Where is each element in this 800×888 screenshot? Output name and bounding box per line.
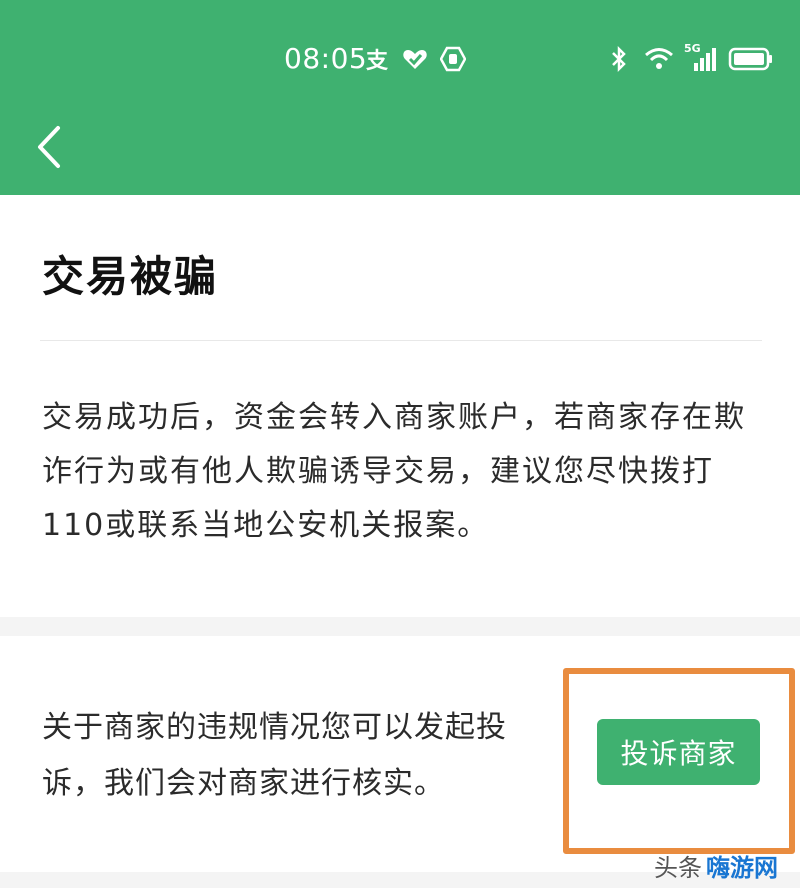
watermark: 头条 嗨游网	[654, 848, 778, 883]
status-time: 08:05	[284, 42, 368, 75]
alipay-icon: 支	[365, 49, 388, 74]
page-title: 交易被骗	[42, 252, 219, 301]
cellular-signal-icon: 5G	[684, 42, 718, 74]
app-header: 08:05 支 5G	[0, 0, 800, 195]
description-text: 交易成功后，资金会转入商家账户，若商家存在欺诈行为或有他人欺骗诱导交易，建议您尽…	[42, 400, 746, 543]
notification-icons: 支	[362, 44, 468, 74]
back-button[interactable]	[30, 122, 70, 172]
hand-shield-icon	[438, 44, 468, 74]
complain-merchant-button[interactable]: 投诉商家	[597, 719, 760, 785]
status-bar: 08:05 支 5G	[0, 38, 800, 82]
site-logo: 嗨游网	[706, 854, 778, 882]
info-card: 交易被骗 交易成功后，资金会转入商家账户，若商家存在欺诈行为或有他人欺骗诱导交易…	[0, 195, 800, 617]
heart-check-icon	[400, 44, 430, 74]
system-icons: 5G	[604, 42, 774, 74]
bluetooth-icon	[604, 44, 634, 74]
battery-icon	[728, 44, 774, 74]
chevron-left-icon	[38, 126, 60, 168]
watermark-text: 头条	[654, 854, 702, 882]
network-type-label: 5G	[684, 42, 701, 55]
complaint-card: 关于商家的违规情况您可以发起投诉，我们会对商家进行核实。 投诉商家	[0, 636, 800, 872]
wifi-icon	[644, 44, 674, 74]
complaint-text: 关于商家的违规情况您可以发起投诉，我们会对商家进行核实。	[42, 710, 507, 801]
divider	[40, 340, 762, 341]
